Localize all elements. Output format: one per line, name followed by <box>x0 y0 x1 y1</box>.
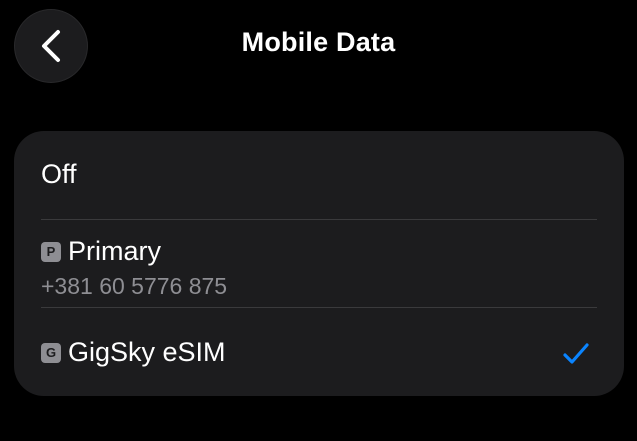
option-gigsky-esim[interactable]: G GigSky eSIM <box>14 308 624 396</box>
gigsky-sim-badge-icon: G <box>41 342 61 363</box>
option-primary-sim[interactable]: P Primary +381 60 5776 875 <box>14 220 624 308</box>
gigsky-esim-title: G GigSky eSIM <box>41 337 226 368</box>
checkmark-icon <box>562 342 590 366</box>
gigsky-esim-label: GigSky eSIM <box>68 337 226 367</box>
option-off[interactable]: Off <box>14 131 624 220</box>
mobile-data-screen: Mobile Data Off P Primary +381 60 5776 8… <box>0 0 637 441</box>
mobile-data-options-list: Off P Primary +381 60 5776 875 G GigSky … <box>14 131 624 396</box>
primary-sim-title: P Primary <box>41 236 161 267</box>
primary-sim-label: Primary <box>68 236 161 266</box>
primary-sim-badge-icon: P <box>41 241 61 262</box>
page-title: Mobile Data <box>241 27 396 57</box>
option-off-label: Off <box>41 159 77 189</box>
primary-sim-number: +381 60 5776 875 <box>41 273 228 299</box>
